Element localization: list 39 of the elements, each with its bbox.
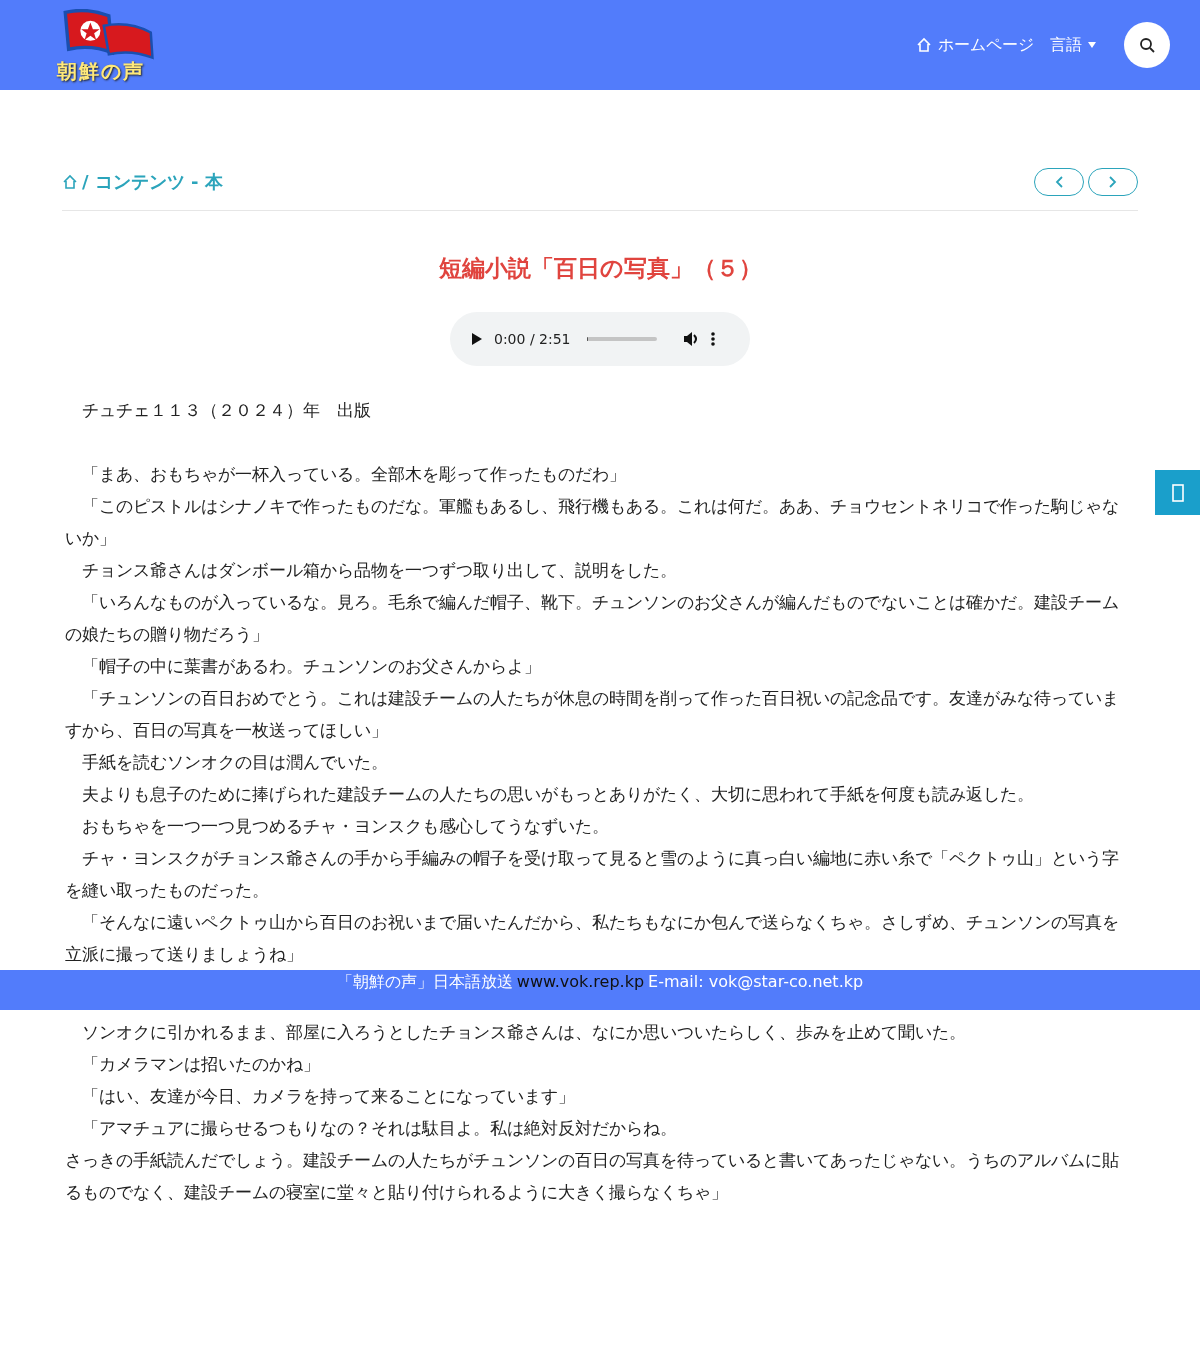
station-name: 「朝鮮の声」日本語放送 [336, 972, 513, 993]
paragraph: 「アマチュアに撮らせるつもりなの？それは駄目よ。私は絶対反対だからね。 [81, 1117, 678, 1140]
paragraph: チャ・ヨンスクがチョンス爺さんの手から手編みの帽子を受け取って見ると雪のように真っ白い編地に赤い糸で「ペクトゥ山」という字を縫い取ったものだった。 [65, 847, 1120, 902]
paragraph: 「帽子の中に葉書があるわ。チュンソンのお父さんからよ」 [81, 655, 542, 678]
paragraph: さっきの手紙読んだでしょう。建設チームの人たちがチュンソンの百日の写真を待っていると書いてあったじゃない。うちのアルバムに貼るものでなく、建設チームの寝室に堂々と貼り付けられるように大きく撮らなくちゃ」 [65, 1149, 1120, 1204]
previous-button[interactable] [1034, 168, 1084, 196]
search-button[interactable] [1124, 22, 1170, 68]
article-title: 短編小説「百日の写真」（５） [437, 254, 763, 283]
nav-link[interactable]: ホームページ [916, 34, 1034, 56]
paragraph: 「カメラマンは招いたのかね」 [81, 1053, 321, 1076]
paragraph: 「そんなに遠いペクトゥ山から百日のお祝いまで届いたんだから、私たちもなにか包んで送らなくちゃ。さしずめ、チュンソンの写真を立派に撮って送りましょうね」 [65, 911, 1120, 966]
logo-text: 朝鮮の声 [57, 58, 145, 85]
paragraph: 「まあ、おもちゃが一杯入っている。全部木を彫って作ったものだわ」 [81, 463, 627, 486]
next-button[interactable] [1088, 168, 1138, 196]
home-icon [916, 37, 932, 53]
nav-link[interactable]: 言語 [1050, 34, 1096, 56]
chevron-left-icon [1055, 176, 1063, 188]
progress-track[interactable] [586, 337, 657, 341]
paragraph: 手紙を読むソンオクの目は潤んでいた。 [81, 751, 389, 774]
home-icon [62, 174, 78, 190]
search-icon [1139, 37, 1155, 53]
paragraph: チョンス爺さんはダンボール箱から品物を一つずつ取り出して、説明をした。 [81, 559, 678, 582]
paragraph: ソンオクに引かれるまま、部屋に入ろうとしたチョンス爺さんは、なにか思いついたらしく、歩みを止めて聞いた。 [81, 1021, 967, 1044]
paragraph: 「はい、友達が今日、カメラを持って来ることになっています」 [81, 1085, 576, 1108]
breadcrumb: / コンテンツ - 本 [82, 170, 223, 194]
paragraph: 「いろんなものが入っているな。見ろ。毛糸で編んだ帽子、靴下。チュンソンのお父さんが編んだものでないことは確かだ。建設チームの娘たちの贈り物だろう」 [65, 591, 1120, 646]
paragraph: 「チュンソンの百日おめでとう。これは建設チームの人たちが休息の時間を削って作った百日祝いの記念品です。友達がみな待っていますから、百日の写真を一枚送ってほしい」 [65, 687, 1120, 742]
website-link[interactable]: www.vok.rep.kp [516, 972, 645, 991]
audio-time: 0:00 / 2:51 [494, 331, 571, 347]
caret-icon [1088, 42, 1096, 48]
paragraph: おもちゃを一つ一つ見つめるチャ・ヨンスクも感心してうなずいた。 [81, 815, 610, 838]
more-icon[interactable] [710, 331, 715, 347]
play-icon[interactable] [472, 333, 482, 345]
chevron-right-icon [1109, 176, 1117, 188]
dateline: チュチェ１１３（２０２４）年 出版 [81, 399, 372, 422]
paragraph: 「このピストルはシナノキで作ったものだな。軍艦もあるし、飛行機もある。これは何だ。ああ、チョウセントネリコで作った駒じゃないか」 [65, 495, 1120, 550]
paragraph: 夫よりも息子のために捧げられた建設チームの人たちの思いがもっとありがたく、大切に思われて手紙を何度も読み返した。 [81, 783, 1035, 806]
volume-icon[interactable] [682, 331, 699, 347]
email-text: E-mail: vok@star-co.net.kp [648, 972, 864, 991]
